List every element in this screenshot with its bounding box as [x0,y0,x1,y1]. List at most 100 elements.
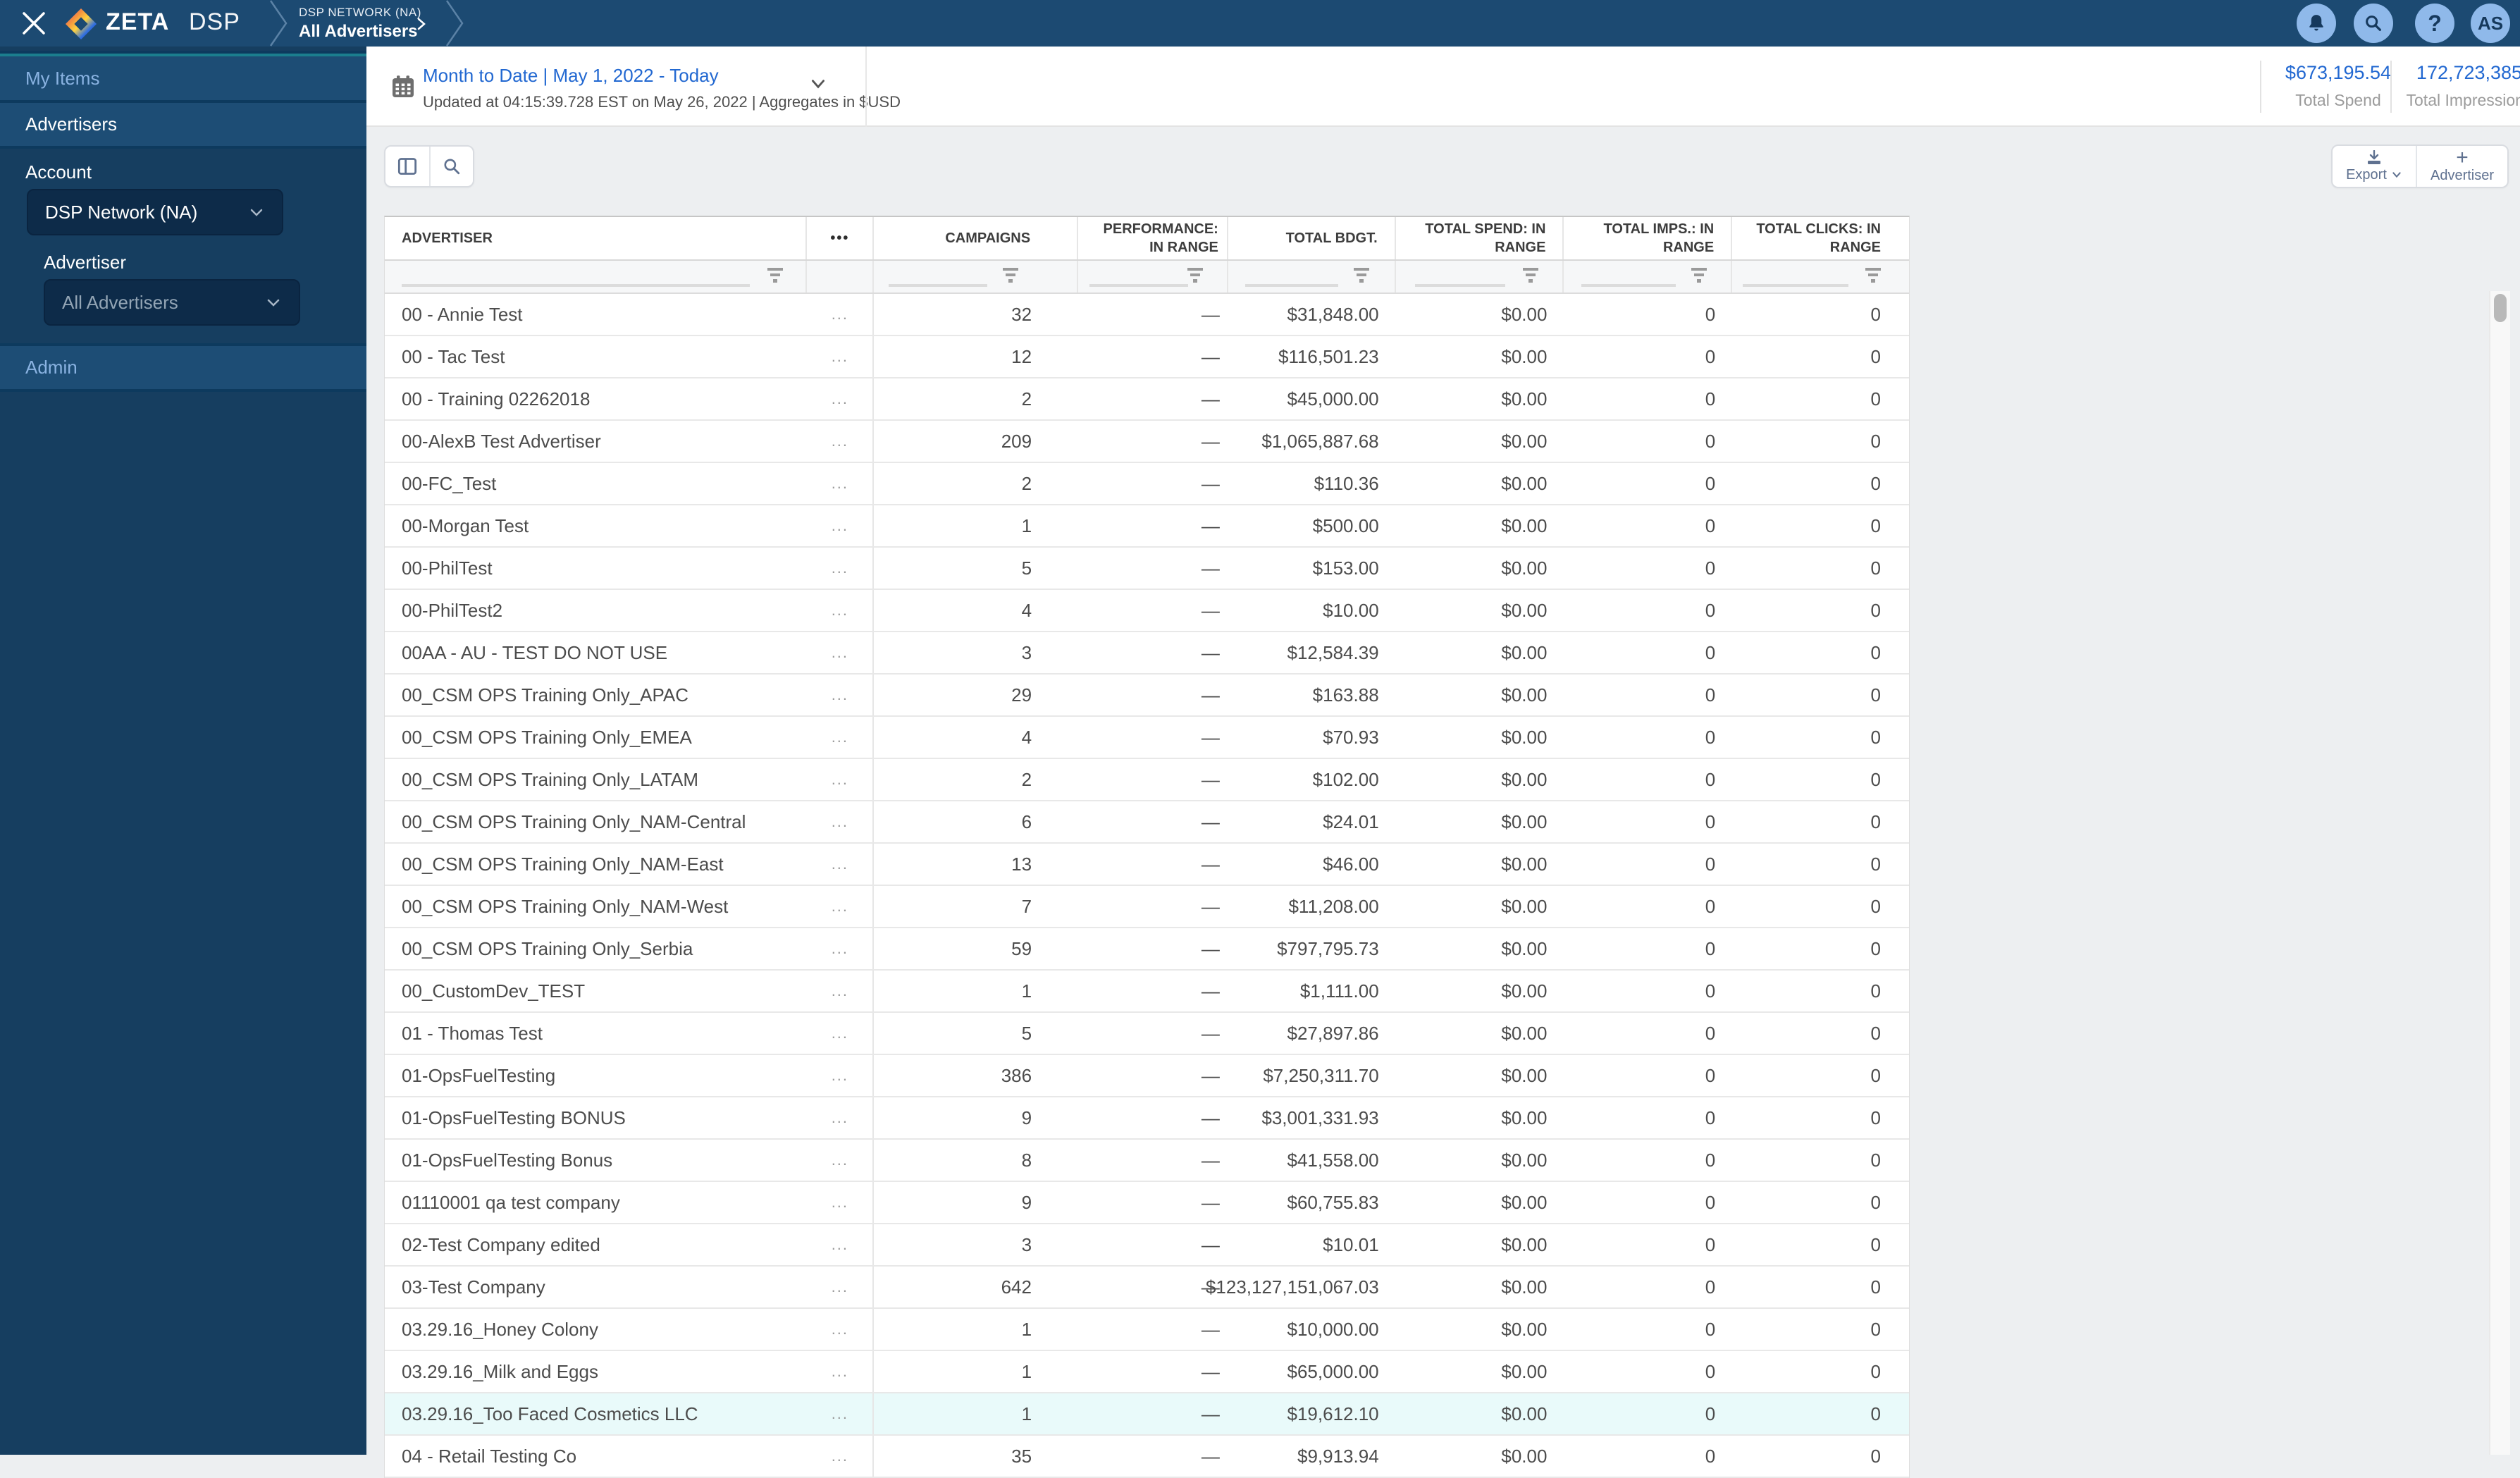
table-row[interactable]: 00_CSM OPS Training Only_Serbia... 59 — $79… [385,928,1909,971]
table-row[interactable]: 00_CSM OPS Training Only_NAM-East... 13 — $… [385,844,1909,886]
cell-name[interactable]: 03.29.16_Honey Colony [385,1309,807,1350]
close-icon[interactable] [20,9,48,37]
column-header-impressions[interactable]: TOTAL IMPS.: IN RANGE [1564,217,1733,259]
row-actions-button[interactable]: ... [807,632,875,673]
table-row[interactable]: 03.29.16_Milk and Eggs... 1 — $65,000.00 $0.… [385,1351,1909,1393]
filter-menu-icon[interactable] [1865,268,1881,283]
table-row[interactable]: 00 - Annie Test... 32 — $31,848.00 $0.00 0 0 [385,294,1909,336]
table-row[interactable]: 01-OpsFuelTesting BONUS... 9 — $3,001,331.9… [385,1097,1909,1140]
row-actions-button[interactable]: ... [807,1055,875,1096]
filter-input-campaigns[interactable] [889,284,988,287]
row-actions-button[interactable]: ... [807,1013,875,1054]
global-search-button[interactable] [2354,4,2393,43]
notifications-button[interactable] [2297,4,2336,43]
cell-name[interactable]: 00_CSM OPS Training Only_Serbia [385,928,807,969]
calendar-icon[interactable] [390,73,416,100]
row-actions-button[interactable]: ... [807,294,875,335]
table-row[interactable]: 00-Morgan Test... 1 — $500.00 $0.00 0 0 [385,505,1909,548]
column-header-dots[interactable]: ••• [807,217,875,259]
cell-name[interactable]: 00_CustomDev_TEST [385,971,807,1011]
cell-name[interactable]: 00_CSM OPS Training Only_APAC [385,675,807,715]
table-row[interactable]: 00 - Tac Test... 12 — $116,501.23 $0.00 0 0 [385,336,1909,378]
row-actions-button[interactable]: ... [807,1182,875,1223]
table-row[interactable]: 03.29.16_Too Faced Cosmetics LLC... 1 — $19… [385,1393,1909,1436]
cell-name[interactable]: 01 - Thomas Test [385,1013,807,1054]
column-header-campaigns[interactable]: CAMPAIGNS [874,217,1079,259]
row-actions-button[interactable]: ... [807,463,875,504]
column-header-budget[interactable]: TOTAL BDGT. [1228,217,1396,259]
filter-menu-icon[interactable] [767,268,784,283]
cell-name[interactable]: 00_CSM OPS Training Only_LATAM [385,759,807,800]
cell-name[interactable]: 00-Morgan Test [385,505,807,546]
filter-input-performance[interactable] [1089,284,1189,287]
scrollbar-thumb[interactable] [2494,294,2507,322]
sidebar-item-admin[interactable]: Admin [0,346,366,389]
cell-name[interactable]: 00-FC_Test [385,463,807,504]
table-row[interactable]: 03.29.16_Honey Colony... 1 — $10,000.00 $0.0… [385,1309,1909,1351]
row-actions-button[interactable]: ... [807,759,875,800]
column-header-clicks[interactable]: TOTAL CLICKS: IN RANGE [1732,217,1909,259]
date-dropdown-chevron-icon[interactable] [809,75,827,93]
cell-name[interactable]: 00_CSM OPS Training Only_EMEA [385,717,807,758]
row-actions-button[interactable]: ... [807,717,875,758]
row-actions-button[interactable]: ... [807,1351,875,1392]
export-button[interactable]: Export [2333,146,2416,187]
table-row[interactable]: 01110001 qa test company... 9 — $60,755.83 $… [385,1182,1909,1224]
table-row[interactable]: 02-Test Company edited... 3 — $10.01 $0.00 0 0 [385,1224,1909,1267]
row-actions-button[interactable]: ... [807,421,875,462]
row-actions-button[interactable]: ... [807,1224,875,1265]
breadcrumb-page[interactable]: All Advertisers [299,22,421,42]
cell-name[interactable]: 00AA - AU - TEST DO NOT USE [385,632,807,673]
table-row[interactable]: 00_CSM OPS Training Only_APAC... 29 — $163.… [385,675,1909,717]
row-actions-button[interactable]: ... [807,1309,875,1350]
cell-name[interactable]: 04 - Retail Testing Co [385,1436,807,1477]
table-row[interactable]: 00AA - AU - TEST DO NOT USE... 3 — $12,584.… [385,632,1909,675]
row-actions-button[interactable]: ... [807,928,875,969]
add-advertiser-button[interactable]: + Advertiser [2416,146,2507,187]
sidebar-item-my-items[interactable]: My Items [0,56,366,100]
row-actions-button[interactable]: ... [807,801,875,842]
filter-menu-icon[interactable] [1003,268,1019,283]
cell-name[interactable]: 00_CSM OPS Training Only_NAM-East [385,844,807,885]
column-header-spend[interactable]: TOTAL SPEND: IN RANGE [1396,217,1564,259]
table-row[interactable]: 01 - Thomas Test... 5 — $27,897.86 $0.00 0 0 [385,1013,1909,1055]
cell-name[interactable]: 01110001 qa test company [385,1182,807,1223]
filter-menu-icon[interactable] [1691,268,1707,283]
breadcrumb-chevron-icon[interactable] [414,17,428,31]
column-header-performance[interactable]: PERFORMANCE: IN RANGE [1078,217,1228,259]
account-select[interactable]: DSP Network (NA) [27,189,283,235]
table-row[interactable]: 00_CSM OPS Training Only_EMEA... 4 — $70.93… [385,717,1909,759]
cell-name[interactable]: 00 - Training 02262018 [385,378,807,419]
row-actions-button[interactable]: ... [807,1267,875,1307]
filter-menu-icon[interactable] [1523,268,1539,283]
column-settings-button[interactable] [385,147,429,186]
filter-input-budget[interactable] [1244,284,1338,287]
cell-name[interactable]: 01-OpsFuelTesting Bonus [385,1140,807,1181]
cell-name[interactable]: 01-OpsFuelTesting [385,1055,807,1096]
table-row[interactable]: 04 - Retail Testing Co... 35 — $9,913.94 $0.… [385,1436,1909,1478]
user-avatar[interactable]: AS [2471,4,2510,43]
cell-name[interactable]: 00-PhilTest [385,548,807,589]
row-actions-button[interactable]: ... [807,336,875,377]
table-row[interactable]: 00_CSM OPS Training Only_NAM-West... 7 — $1… [385,886,1909,928]
filter-input-impressions[interactable] [1581,284,1676,287]
cell-name[interactable]: 00-AlexB Test Advertiser [385,421,807,462]
row-actions-button[interactable]: ... [807,1393,875,1434]
row-actions-button[interactable]: ... [807,971,875,1011]
table-row[interactable]: 00-PhilTest2... 4 — $10.00 $0.00 0 0 [385,590,1909,632]
cell-name[interactable]: 00 - Annie Test [385,294,807,335]
row-actions-button[interactable]: ... [807,844,875,885]
row-actions-button[interactable]: ... [807,886,875,927]
row-actions-button[interactable]: ... [807,590,875,631]
cell-name[interactable]: 01-OpsFuelTesting BONUS [385,1097,807,1138]
filter-menu-icon[interactable] [1353,268,1369,283]
filter-menu-icon[interactable] [1187,268,1203,283]
filter-input-name[interactable] [402,284,750,287]
table-row[interactable]: 00-AlexB Test Advertiser... 209 — $1,065,88… [385,421,1909,463]
filter-input-spend[interactable] [1414,284,1505,287]
row-actions-button[interactable]: ... [807,675,875,715]
cell-name[interactable]: 00_CSM OPS Training Only_NAM-Central [385,801,807,842]
row-actions-button[interactable]: ... [807,1140,875,1181]
table-row[interactable]: 00_CSM OPS Training Only_LATAM... 2 — $102.… [385,759,1909,801]
date-range-link[interactable]: Month to Date | May 1, 2022 - Today [423,65,719,87]
